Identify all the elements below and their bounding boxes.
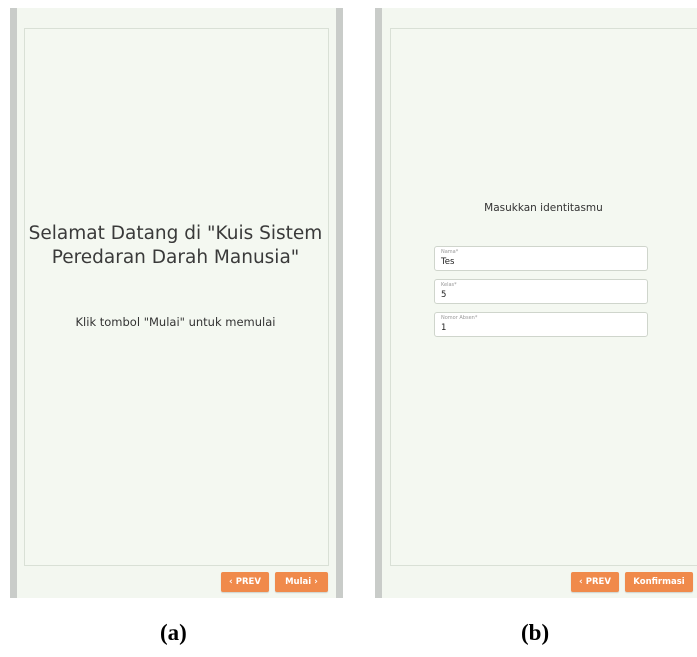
- attendance-number-field-label: Nomor Absen*: [441, 315, 478, 321]
- chevron-left-icon: ‹: [579, 577, 583, 587]
- prev-button-label: PREV: [585, 577, 611, 587]
- welcome-title: Selamat Datang di "Kuis Sistem Peredaran…: [28, 223, 323, 268]
- caption-b: (b): [521, 620, 550, 645]
- welcome-instruction: Klik tombol "Mulai" untuk memulai: [75, 315, 276, 329]
- attendance-number-field[interactable]: Nomor Absen* 1: [434, 312, 648, 337]
- class-field-label: Kelas*: [441, 282, 457, 288]
- prev-button-label: PREV: [235, 577, 261, 587]
- left-edge-bar: [375, 8, 382, 598]
- identity-title: Masukkan identitasmu: [484, 202, 603, 214]
- start-button[interactable]: Mulai ›: [275, 572, 328, 592]
- start-button-label: Mulai: [285, 577, 312, 587]
- class-field-value: 5: [441, 290, 447, 300]
- name-field-value: Tes: [441, 257, 455, 267]
- prev-button[interactable]: ‹ PREV: [221, 572, 269, 592]
- caption-a: (a): [160, 620, 187, 645]
- prev-button[interactable]: ‹ PREV: [571, 572, 619, 592]
- confirm-button[interactable]: Konfirmasi: [625, 572, 693, 592]
- scrollbar[interactable]: [336, 8, 343, 598]
- confirm-button-label: Konfirmasi: [633, 577, 685, 587]
- chevron-right-icon: ›: [314, 577, 318, 587]
- attendance-number-field-value: 1: [441, 323, 447, 333]
- left-edge-bar: [10, 8, 17, 598]
- name-field[interactable]: Nama* Tes: [434, 246, 648, 271]
- chevron-left-icon: ‹: [229, 577, 233, 587]
- name-field-label: Nama*: [441, 249, 459, 255]
- class-field[interactable]: Kelas* 5: [434, 279, 648, 304]
- welcome-card: [24, 28, 329, 566]
